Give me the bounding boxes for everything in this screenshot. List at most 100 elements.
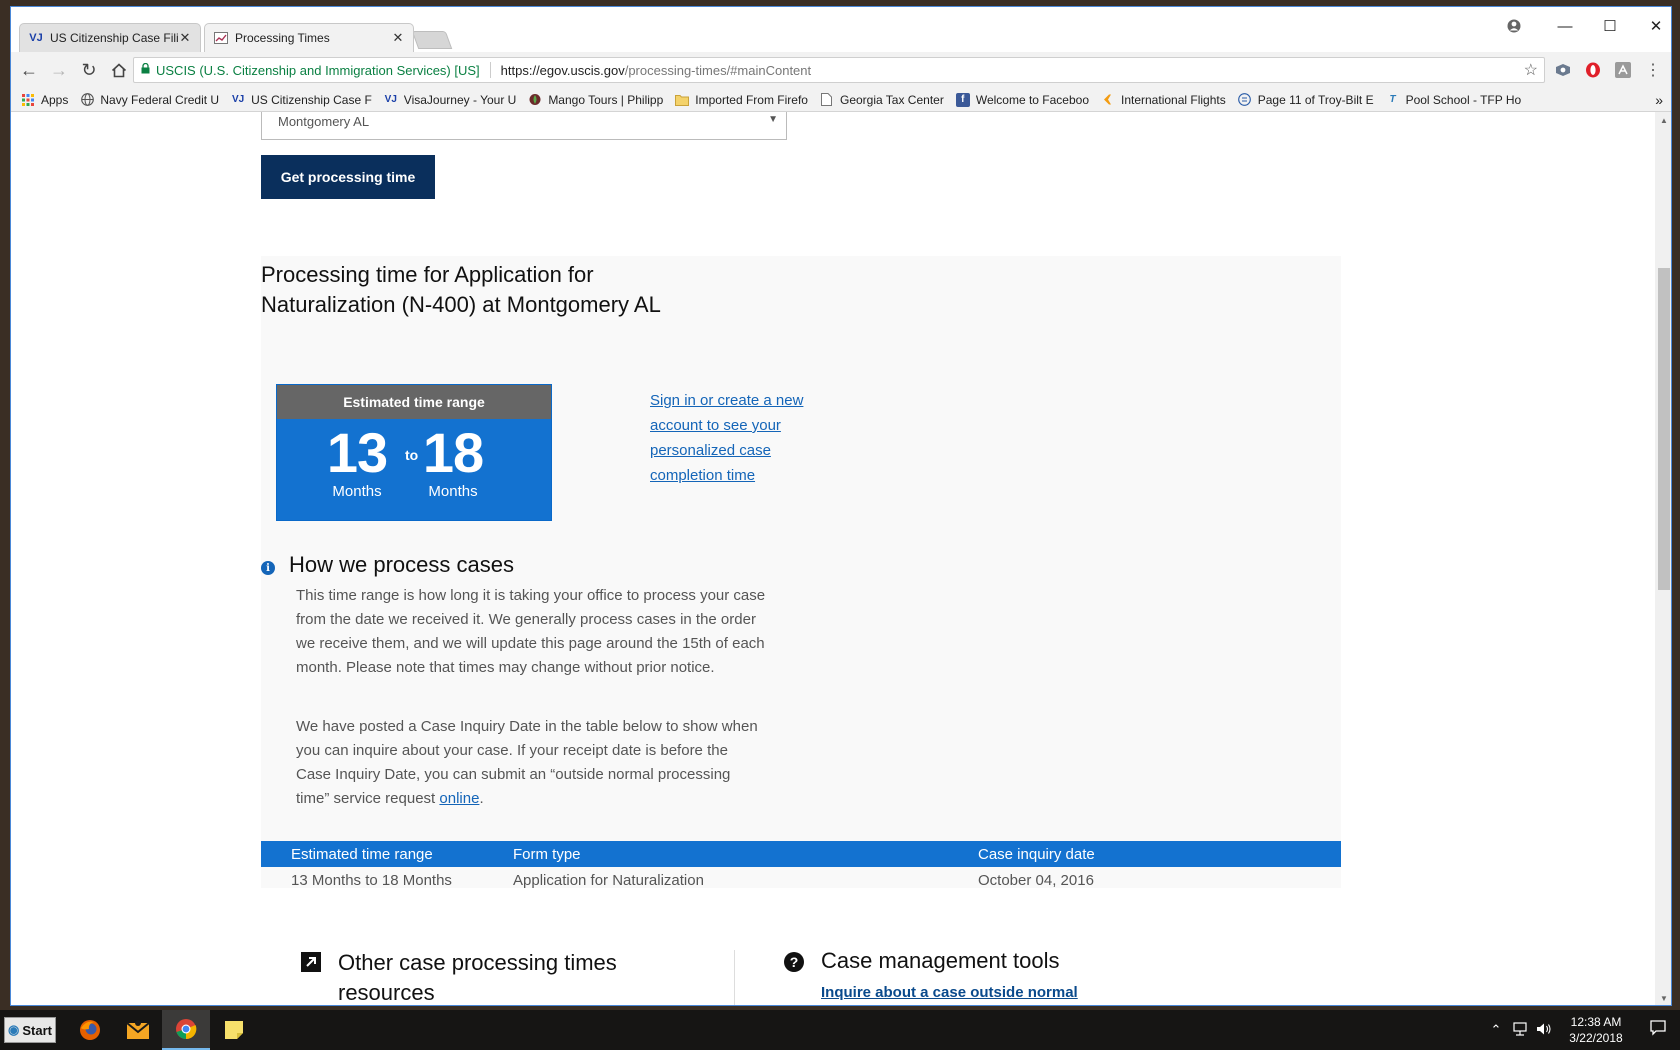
bookmark-apps[interactable]: Apps — [21, 93, 68, 107]
column-header: Form type — [513, 841, 978, 867]
result-title: Processing time for Application for Natu… — [261, 262, 661, 317]
table-cell: October 04, 2016 — [978, 871, 1094, 889]
leaf-icon — [528, 93, 542, 107]
time-from-value: 13 — [326, 421, 388, 484]
how-we-process-heading: How we process cases — [289, 552, 514, 577]
pdf-extension-icon[interactable] — [1613, 60, 1633, 80]
volume-icon[interactable] — [1532, 1022, 1556, 1039]
column-header: Case inquiry date — [978, 841, 1341, 867]
section-divider — [734, 950, 735, 1005]
field-office-select[interactable]: Montgomery AL ▼ — [261, 112, 787, 140]
tab-strip: VJ US Citizenship Case Filing ✕ Processi… — [11, 7, 1671, 52]
opera-extension-icon[interactable] — [1583, 60, 1603, 80]
bookmark-star-icon[interactable]: ☆ — [1524, 60, 1538, 80]
reload-button[interactable]: ↻ — [75, 56, 103, 84]
profile-icon[interactable] — [1499, 15, 1529, 37]
firefox-icon[interactable] — [66, 1010, 114, 1050]
scroll-up-icon[interactable]: ▲ — [1655, 112, 1671, 129]
page-viewport: Montgomery AL ▼ Get processing time Proc… — [11, 112, 1655, 1005]
table-row: 13 Months to 18 Months Application for N… — [261, 867, 1341, 893]
bookmarks-overflow-button[interactable]: » — [1655, 92, 1663, 108]
tab-processing-times[interactable]: Processing Times ✕ — [204, 23, 414, 52]
new-tab-button[interactable] — [411, 31, 453, 49]
folder-icon — [675, 93, 690, 107]
field-office-select-value: Montgomery AL — [278, 114, 370, 129]
bookmark-international-flights[interactable]: International Flights — [1101, 93, 1226, 107]
notifications-icon[interactable] — [1636, 1019, 1680, 1041]
bookmark-mango-tours[interactable]: Mango Tours | Philipp — [528, 93, 663, 107]
bookmark-georgia-tax[interactable]: Georgia Tax Center — [820, 93, 944, 107]
bookmarks-bar: Apps Navy Federal Credit U VJ US Citizen… — [11, 88, 1671, 112]
sign-in-link[interactable]: Sign in or create a new account to see y… — [650, 388, 820, 488]
tab-close-icon[interactable]: ✕ — [178, 30, 192, 46]
windows-logo-icon: ◉ — [8, 1022, 20, 1037]
maximize-button[interactable]: ☐ — [1595, 15, 1625, 37]
apps-grid-icon — [21, 93, 35, 107]
help-icon: ? — [784, 952, 804, 972]
doc-icon — [1238, 93, 1252, 107]
chevron-up-icon[interactable]: ⌃ — [1484, 1022, 1508, 1038]
tab-us-citizenship[interactable]: VJ US Citizenship Case Filing ✕ — [19, 23, 201, 52]
chart-icon — [213, 31, 229, 45]
bookmark-us-citizenship[interactable]: VJ US Citizenship Case F — [231, 93, 372, 107]
lock-icon — [134, 62, 156, 77]
flight-icon — [1101, 93, 1115, 107]
start-button[interactable]: ◉ Start — [4, 1017, 56, 1043]
table-cell: 13 Months to 18 Months — [291, 871, 452, 889]
globe-icon — [80, 93, 94, 107]
minimize-button[interactable]: — — [1550, 15, 1580, 37]
home-button[interactable] — [105, 56, 133, 84]
processing-times-table: Estimated time range Form type Case inqu… — [261, 841, 1341, 893]
bookmark-troy-bilt[interactable]: Page 11 of Troy-Bilt E — [1238, 93, 1374, 107]
sticky-notes-icon[interactable] — [210, 1010, 258, 1050]
chrome-icon[interactable] — [162, 1010, 210, 1050]
other-resources-heading: Other case processing times resources — [338, 950, 617, 1005]
scrollbar-thumb[interactable] — [1658, 268, 1670, 590]
close-window-button[interactable]: ✕ — [1641, 15, 1671, 37]
bookmark-facebook[interactable]: f Welcome to Faceboo — [955, 92, 1089, 107]
case-management-heading: Case management tools — [821, 948, 1060, 973]
estimated-time-header: Estimated time range — [277, 385, 551, 419]
windows-taskbar: ◉ Start ⌃ 12:38 AM 3/22/2018 — [0, 1010, 1680, 1050]
network-icon[interactable] — [1508, 1021, 1532, 1039]
how-paragraph-1: This time range is how long it is taking… — [296, 587, 766, 676]
column-header: Estimated time range — [261, 841, 513, 867]
email-client-icon[interactable] — [114, 1010, 162, 1050]
facebook-icon: f — [955, 92, 970, 107]
bookmark-visajourney[interactable]: VJ VisaJourney - Your U — [384, 93, 517, 107]
online-link[interactable]: online — [439, 790, 479, 807]
time-to-unit: Months — [428, 483, 478, 500]
t-icon: T — [1389, 94, 1396, 105]
how-paragraph-2: We have posted a Case Inquiry Date in th… — [296, 718, 758, 807]
get-processing-time-button[interactable]: Get processing time — [261, 155, 435, 199]
external-link-icon — [301, 952, 321, 972]
bookmark-navy-federal[interactable]: Navy Federal Credit U — [80, 93, 219, 107]
url-host: https://egov.uscis.gov — [500, 62, 625, 78]
info-icon: i — [261, 561, 275, 575]
how-paragraph-2-text: We have posted a Case Inquiry Date in th… — [296, 718, 758, 807]
forward-button[interactable]: → — [45, 56, 73, 84]
page-scrollbar[interactable]: ▲ ▼ — [1655, 112, 1671, 1005]
tab-title: Processing Times — [235, 31, 330, 45]
bookmark-pool-school[interactable]: T Pool School - TFP Ho — [1386, 93, 1522, 107]
extension-eye-icon[interactable] — [1553, 60, 1573, 80]
system-tray: ⌃ 12:38 AM 3/22/2018 — [1484, 1010, 1680, 1050]
bookmark-imported-firefox[interactable]: Imported From Firefo — [675, 93, 808, 107]
vj-favicon-icon: VJ — [384, 94, 397, 105]
table-cell: Application for Naturalization — [513, 871, 704, 889]
time-to-value: 18 — [422, 421, 484, 484]
inquire-case-link[interactable]: Inquire about a case outside normal — [821, 984, 1078, 1001]
estimated-time-box: Estimated time range 13 Months to 18 Mon… — [276, 384, 552, 521]
browser-toolbar: ← → ↻ USCIS (U.S. Citizenship and Immigr… — [11, 52, 1671, 88]
vj-favicon-icon: VJ — [29, 32, 43, 44]
page-icon — [820, 93, 834, 107]
taskbar-clock[interactable]: 12:38 AM 3/22/2018 — [1556, 1014, 1636, 1046]
home-icon — [111, 62, 127, 77]
scroll-down-icon[interactable]: ▼ — [1655, 990, 1671, 1005]
browser-window: VJ US Citizenship Case Filing ✕ Processi… — [10, 6, 1672, 1006]
back-button[interactable]: ← — [15, 56, 43, 84]
address-bar[interactable]: USCIS (U.S. Citizenship and Immigration … — [133, 57, 1545, 83]
ev-certificate-label: USCIS (U.S. Citizenship and Immigration … — [156, 62, 480, 78]
chrome-menu-icon[interactable]: ⋮ — [1643, 60, 1663, 80]
tab-close-icon[interactable]: ✕ — [391, 30, 405, 46]
